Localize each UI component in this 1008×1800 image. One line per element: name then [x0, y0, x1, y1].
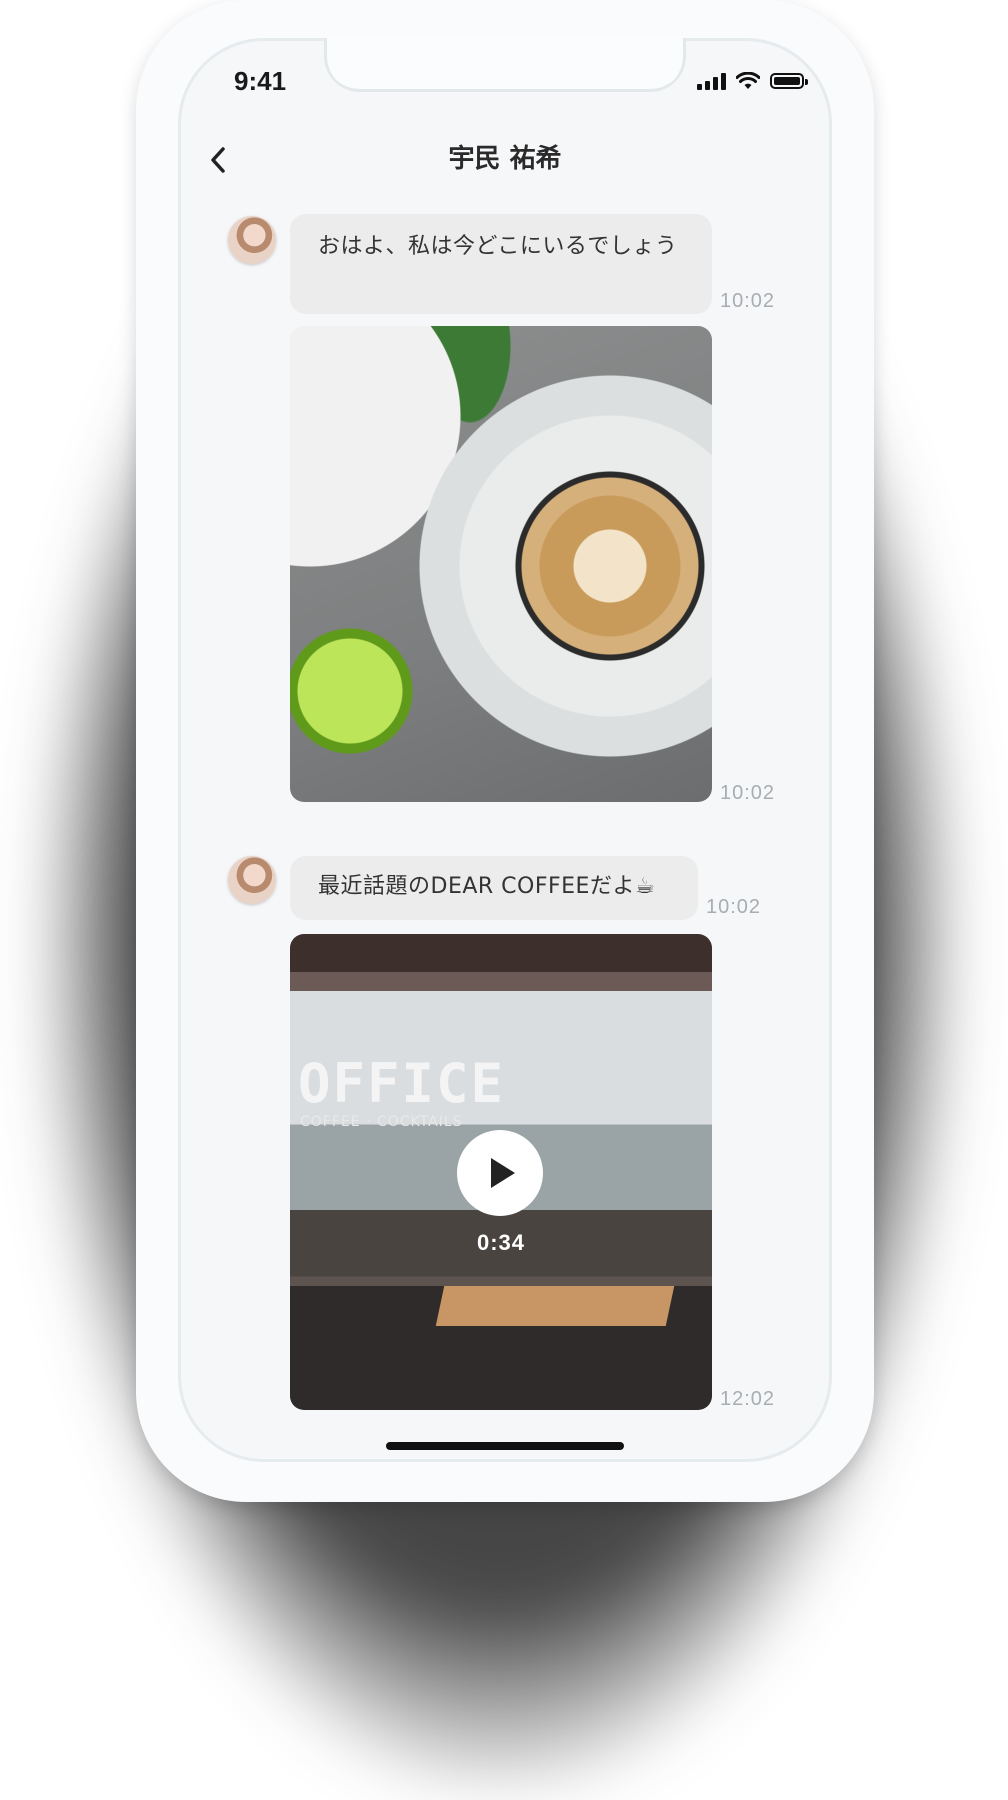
avatar[interactable]: [228, 856, 276, 904]
storefront-sign: OFFICE: [298, 1052, 506, 1115]
message-text: 最近話題のDEAR COFFEEだよ☕: [318, 874, 656, 899]
chat-screen: 9:41 宇民 祐希 おはよ、私は今どこにいるでしょう 10:02 10:02 …: [178, 38, 832, 1462]
chat-title: 宇民 祐希: [448, 144, 562, 174]
storefront-subsign: COFFEE · COCKTAILS: [300, 1114, 463, 1130]
message-bubble[interactable]: おはよ、私は今どこにいるでしょう: [290, 214, 712, 314]
message-time: 10:02: [720, 782, 776, 804]
message-text: おはよ、私は今どこにいるでしょう: [318, 234, 678, 259]
video-duration: 0:34: [476, 1230, 526, 1255]
cafe-table: [435, 1286, 675, 1326]
avatar[interactable]: [228, 216, 276, 264]
signal-icon: [697, 72, 726, 90]
status-time: 9:41: [234, 66, 287, 96]
message-time: 10:02: [706, 896, 762, 918]
message-time: 10:02: [720, 290, 776, 312]
home-indicator[interactable]: [386, 1442, 624, 1450]
latte-photo[interactable]: [290, 326, 712, 802]
wifi-icon: [736, 72, 760, 89]
battery-icon: [770, 73, 808, 89]
status-icons: [697, 72, 808, 90]
play-button[interactable]: [457, 1130, 543, 1216]
play-icon: [491, 1158, 515, 1188]
notch: [324, 38, 686, 92]
message-bubble[interactable]: 最近話題のDEAR COFFEEだよ☕: [290, 856, 698, 920]
message-time: 12:02: [720, 1388, 776, 1410]
video-thumbnail[interactable]: OFFICE COFFEE · COCKTAILS 0:34: [290, 934, 712, 1410]
